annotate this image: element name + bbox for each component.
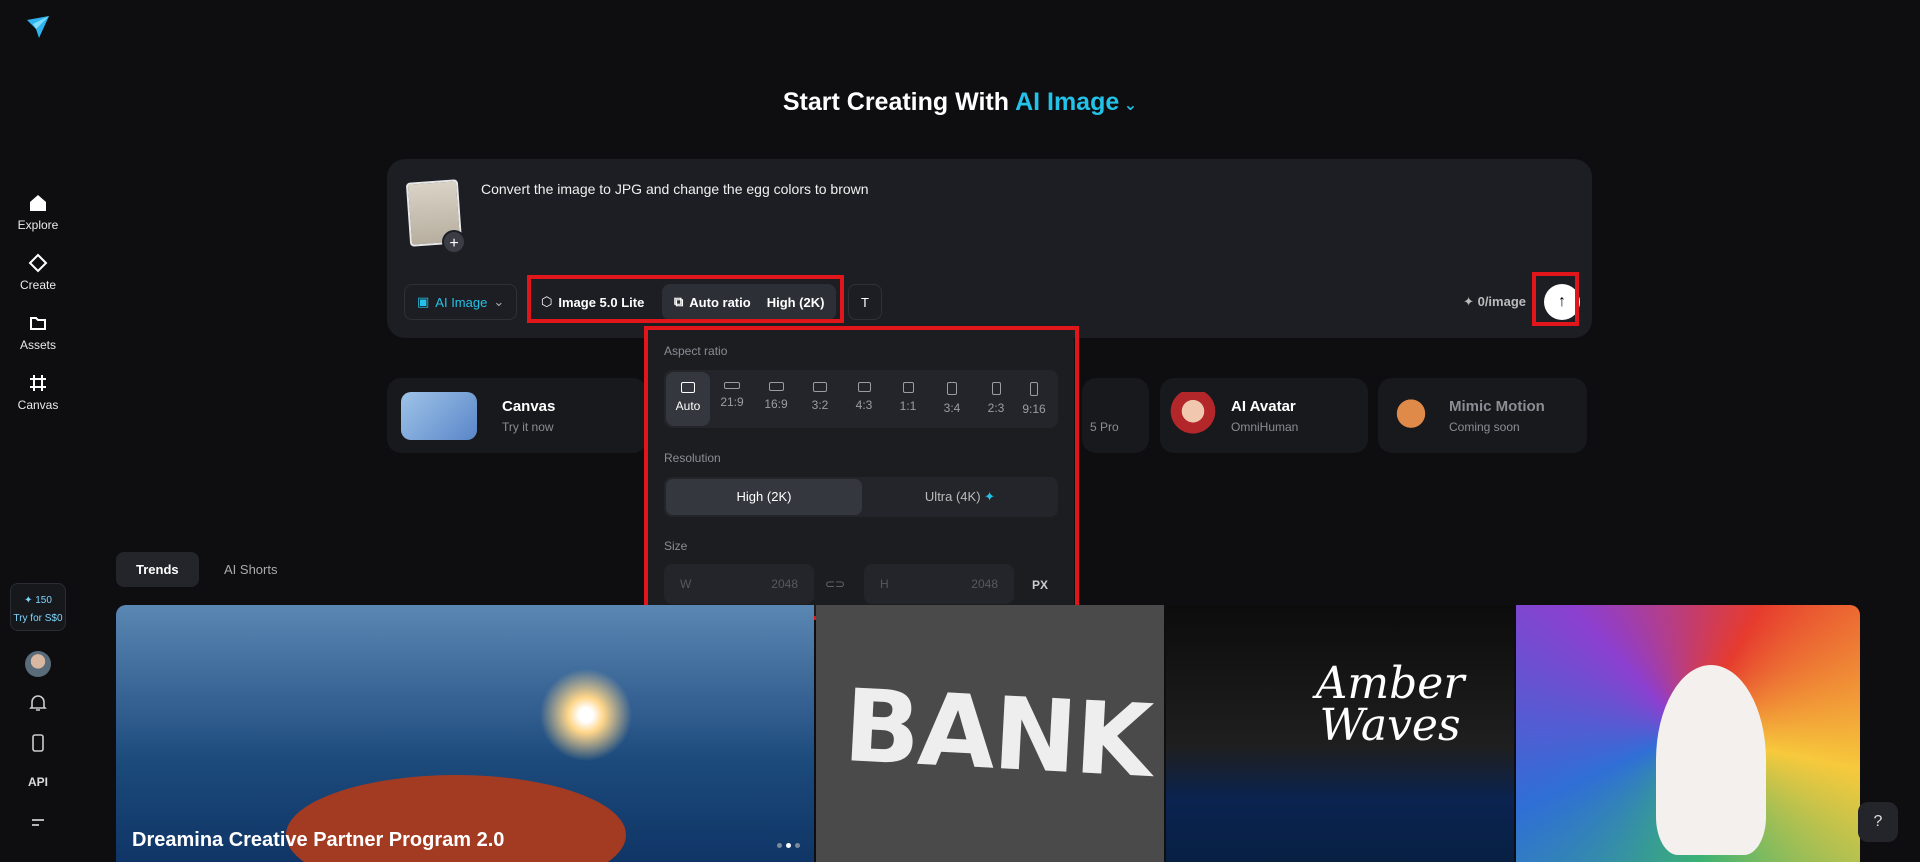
chevron-down-icon: ⌄ [1119, 97, 1138, 114]
sidebar-item-label: Canvas [17, 398, 59, 412]
gallery-banner[interactable]: Dreamina Creative Partner Program 2.0 [116, 605, 814, 862]
feature-card-partial[interactable]: 5 Pro [1082, 378, 1149, 453]
api-link[interactable]: API [0, 775, 76, 789]
sidebar-item-explore[interactable]: Explore [0, 192, 76, 232]
cost-indicator: ✦ 0/image [1463, 294, 1526, 309]
sidebar-item-label: Create [19, 278, 57, 292]
mode-dropdown[interactable]: ▣ AI Image ⌄ [404, 284, 518, 320]
mode-switcher[interactable]: AI Image ⌄ [1015, 88, 1137, 116]
text-style-button[interactable]: T [848, 284, 882, 320]
prompt-input[interactable]: Convert the image to JPG and change the … [481, 181, 869, 197]
sidebar-item-assets[interactable]: Assets [0, 312, 76, 352]
paper-plane-logo-icon[interactable] [25, 14, 51, 40]
card-subtitle: Try it now [502, 420, 554, 434]
sidebar-item-create[interactable]: Create [0, 252, 76, 292]
page-title: Start Creating With AI Image ⌄ [0, 88, 1920, 117]
text-icon: T [861, 294, 869, 310]
credits-count: ✦ 150 [24, 595, 52, 606]
credits-cta: Try for S$0 [13, 613, 63, 624]
highlight-model-ratio [527, 275, 844, 323]
help-button[interactable]: ? [1858, 802, 1898, 842]
diamond-icon [28, 253, 48, 273]
sidebar-item-label: Assets [19, 338, 56, 352]
gallery-tile-graffiti[interactable]: BANK [816, 605, 1164, 862]
highlight-send-button [1532, 272, 1579, 326]
card-title: AI Avatar [1231, 398, 1296, 415]
image-icon: ▣ [417, 294, 430, 309]
feature-card-ai-avatar[interactable]: AI Avatar OmniHuman [1160, 378, 1368, 453]
card-title: Canvas [502, 398, 556, 415]
mobile-icon[interactable] [26, 731, 50, 755]
mimic-image [1388, 392, 1434, 440]
tile-text: BANK [841, 667, 1154, 800]
card-subtitle: 5 Pro [1090, 420, 1119, 434]
card-subtitle: Coming soon [1449, 420, 1520, 434]
banner-caption: Dreamina Creative Partner Program 2.0 [132, 829, 505, 851]
gallery-tile-bunny[interactable] [1516, 605, 1860, 862]
gallery-tile-amber-waves[interactable]: Amber Waves [1166, 605, 1514, 862]
avatar-image [1170, 392, 1216, 440]
add-image-button[interactable]: + [442, 230, 466, 254]
tab-trends[interactable]: Trends [116, 552, 199, 587]
bunny-illustration [1656, 665, 1766, 855]
menu-icon[interactable] [26, 811, 50, 835]
bell-icon[interactable] [26, 691, 50, 715]
chevron-down-icon: ⌄ [493, 294, 505, 309]
avatar[interactable] [25, 651, 51, 677]
carousel-dots[interactable] [777, 843, 800, 848]
tile-text: Amber Waves [1315, 658, 1465, 751]
highlight-popup [644, 326, 1079, 620]
question-icon: ? [1873, 813, 1883, 830]
card-subtitle: OmniHuman [1231, 420, 1299, 434]
credits-promo[interactable]: ✦ 150 Try for S$0 [10, 583, 66, 631]
sidebar-item-canvas[interactable]: Canvas [0, 372, 76, 412]
home-icon [30, 195, 46, 211]
canvas-icon [30, 375, 46, 391]
sidebar-item-label: Explore [17, 218, 59, 232]
tab-ai-shorts[interactable]: AI Shorts [204, 552, 297, 587]
feature-card-mimic-motion[interactable]: Mimic Motion Coming soon [1378, 378, 1587, 453]
feature-card-canvas[interactable]: Canvas Try it now [387, 378, 647, 453]
light-burst [536, 665, 636, 765]
card-title: Mimic Motion [1449, 398, 1545, 415]
title-prefix: Start Creating With [782, 88, 1010, 116]
mode-label: AI Image [1015, 88, 1120, 116]
pegasus-image [401, 392, 477, 440]
folder-icon [30, 317, 46, 330]
sidebar: Explore Create Assets Canvas ✦ 150 Try f… [0, 0, 76, 862]
mode-dropdown-label: AI Image [435, 294, 488, 310]
